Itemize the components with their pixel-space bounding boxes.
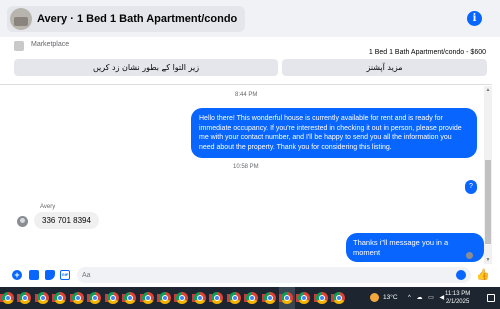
chrome-icon	[124, 292, 137, 304]
chrome-icon	[141, 292, 154, 304]
taskbar-chrome-app[interactable]	[313, 287, 330, 309]
taskbar-chrome-app[interactable]	[69, 287, 86, 309]
timestamp: 8:44 PM	[235, 92, 258, 98]
marketplace-icon	[14, 41, 24, 51]
taskbar-chrome-app[interactable]	[0, 287, 16, 309]
chrome-icon	[333, 292, 346, 304]
outgoing-message[interactable]: ?	[465, 180, 477, 194]
clock[interactable]: 11:13 PM 2/1/2025	[445, 290, 470, 306]
clock-date: 2/1/2025	[445, 299, 470, 305]
scrollbar[interactable]: ▲ ▼	[484, 86, 492, 264]
message-list: 8:44 PM Hello there! This wonderful hous…	[0, 86, 484, 264]
taskbar-chrome-app[interactable]	[52, 287, 68, 309]
scroll-thumb[interactable]	[485, 160, 491, 244]
clock-time: 11:13 PM	[445, 291, 471, 297]
marketplace-label: Marketplace	[31, 41, 70, 48]
chrome-icon	[176, 292, 189, 304]
taskbar-chrome-app[interactable]	[87, 287, 103, 309]
taskbar-chrome-app[interactable]	[17, 287, 33, 309]
chrome-icon	[228, 292, 241, 304]
incoming-message[interactable]: 336 701 8394	[34, 212, 99, 229]
more-options-button[interactable]: مزید آپشنز	[282, 59, 487, 76]
taskbar-chrome-app[interactable]	[34, 287, 51, 309]
taskbar: 13°C ^ ☁ ▭ ◀ 11:13 PM 2/1/2025	[0, 287, 500, 309]
chrome-icon	[89, 292, 102, 304]
messenger-window: Avery · 1 Bed 1 Bath Apartment/condo i M…	[0, 0, 500, 309]
taskbar-chrome-app[interactable]	[261, 287, 278, 309]
taskbar-chrome-app[interactable]	[279, 287, 295, 309]
taskbar-chrome-app[interactable]	[156, 287, 173, 309]
taskbar-chrome-app[interactable]	[296, 287, 312, 309]
thumbs-up-icon[interactable]: 👍	[476, 269, 490, 281]
info-icon[interactable]: i	[467, 11, 482, 26]
chrome-icon	[246, 292, 259, 304]
marketplace-banner: Marketplace 1 Bed 1 Bath Apartment/condo…	[0, 37, 492, 85]
temperature: 13°C	[383, 294, 398, 301]
chrome-icon	[2, 292, 14, 304]
system-tray[interactable]: ^ ☁ ▭ ◀	[408, 294, 446, 301]
taskbar-chrome-app[interactable]	[191, 287, 208, 309]
chrome-icon	[298, 292, 311, 304]
scroll-down-arrow-icon[interactable]: ▼	[485, 257, 491, 263]
gif-icon[interactable]: GIF	[60, 270, 70, 280]
chrome-icon	[193, 292, 206, 304]
weather-widget[interactable]: 13°C	[370, 293, 398, 302]
chrome-icon	[263, 292, 276, 304]
chrome-icon	[54, 292, 67, 304]
listing-avatar	[10, 8, 32, 30]
chrome-icon	[211, 292, 224, 304]
taskbar-apps	[0, 287, 349, 309]
conversation-title: Avery · 1 Bed 1 Bath Apartment/condo	[37, 13, 238, 25]
plus-icon[interactable]: +	[12, 270, 22, 280]
taskbar-chrome-app[interactable]	[139, 287, 156, 309]
emoji-icon[interactable]	[456, 270, 466, 280]
outgoing-message[interactable]: Thanks i"ll message you in a moment	[346, 233, 484, 262]
chrome-icon	[19, 292, 32, 304]
taskbar-chrome-app[interactable]	[244, 287, 260, 309]
seen-avatar	[466, 252, 473, 259]
outgoing-message[interactable]: Hello there! This wonderful house is cur…	[191, 108, 477, 158]
chrome-icon	[106, 292, 119, 304]
taskbar-chrome-app[interactable]	[104, 287, 121, 309]
sticker-icon[interactable]	[45, 270, 55, 280]
chrome-icon	[315, 292, 328, 304]
scroll-up-arrow-icon[interactable]: ▲	[485, 87, 491, 93]
taskbar-chrome-app[interactable]	[226, 287, 243, 309]
chrome-icon	[71, 292, 84, 304]
taskbar-chrome-app[interactable]	[209, 287, 225, 309]
contact-avatar[interactable]	[17, 216, 28, 227]
composer: + GIF 👍	[0, 264, 500, 286]
sun-icon	[370, 293, 379, 302]
notification-icon[interactable]	[487, 294, 495, 302]
chrome-icon	[158, 292, 171, 304]
message-input[interactable]	[77, 267, 471, 283]
chat-header: Avery · 1 Bed 1 Bath Apartment/condo i	[0, 0, 500, 37]
taskbar-chrome-app[interactable]	[174, 287, 190, 309]
image-icon[interactable]	[29, 270, 39, 280]
conversation-title-button[interactable]: Avery · 1 Bed 1 Bath Apartment/condo	[7, 6, 246, 32]
timestamp: 10:58 PM	[233, 164, 259, 170]
taskbar-chrome-app[interactable]	[122, 287, 138, 309]
listing-title[interactable]: 1 Bed 1 Bath Apartment/condo - $600	[369, 49, 486, 56]
chrome-icon	[36, 292, 49, 304]
sender-name: Avery	[40, 204, 56, 210]
mark-pending-button[interactable]: زیر التوا کے بطور نشان زد کریں	[14, 59, 278, 76]
taskbar-chrome-app[interactable]	[331, 287, 347, 309]
chrome-icon	[281, 292, 293, 304]
